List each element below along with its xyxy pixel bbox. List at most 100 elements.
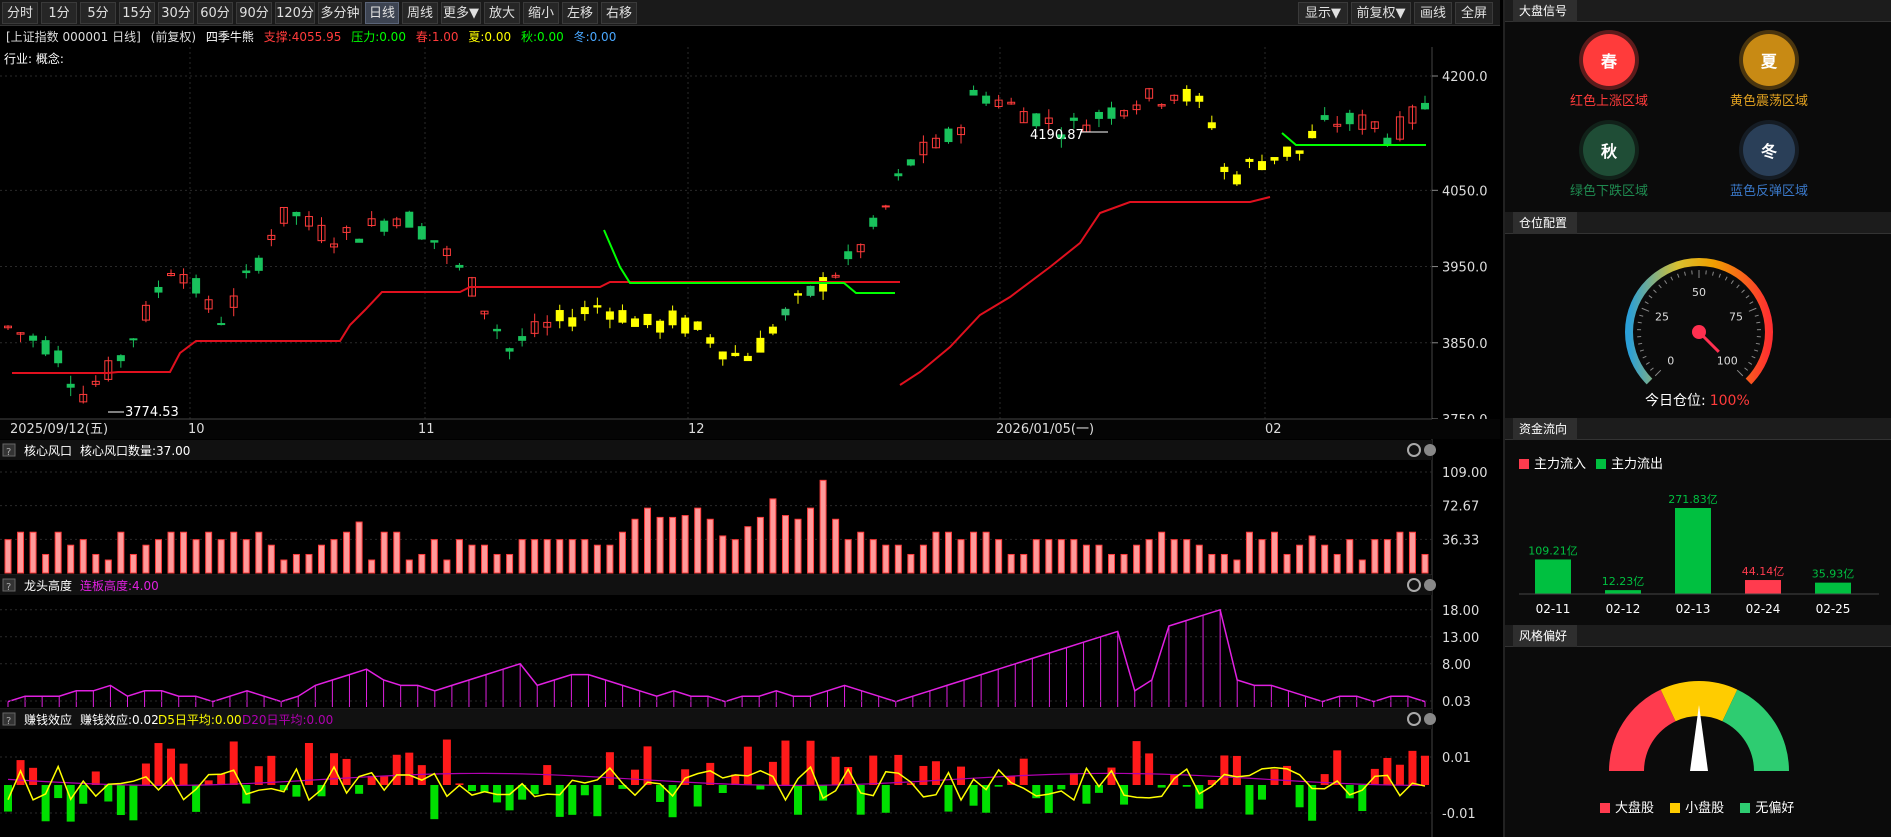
period-button-12[interactable]: 放大: [484, 2, 520, 24]
p1-bar: [656, 516, 664, 574]
p1-bar: [694, 507, 702, 574]
flow-value-label: 44.14亿: [1742, 565, 1785, 578]
p3-bar: [91, 771, 100, 785]
toolbar-right-button-1[interactable]: 前复权▼: [1351, 2, 1411, 24]
gauge-tick: [1756, 321, 1761, 324]
p1-bar: [869, 539, 877, 574]
p3-bar: [1019, 758, 1028, 785]
period-button-0[interactable]: 分时: [2, 2, 38, 24]
period-button-11[interactable]: 更多▼: [441, 2, 481, 24]
main-y-label: 3950.0: [1442, 261, 1488, 276]
p1-bar: [92, 553, 100, 574]
gauge-tick: [1650, 367, 1654, 371]
p3-bar: [41, 785, 50, 822]
p3-bar: [1295, 785, 1304, 808]
p1-bar: [4, 539, 12, 574]
period-button-5[interactable]: 60分: [197, 2, 233, 24]
gauge-tick: [1744, 367, 1748, 371]
p1-bar: [531, 539, 539, 574]
period-button-1[interactable]: 1分: [41, 2, 77, 24]
period-button-13[interactable]: 缩小: [523, 2, 559, 24]
p1-bar: [1045, 539, 1053, 574]
p1-bar: [970, 531, 978, 574]
help-icon-glyph: ?: [6, 582, 11, 593]
autumn-value: 秋:0.00: [520, 30, 564, 44]
close-icon[interactable]: [1424, 713, 1436, 725]
gauge-tick: [1745, 295, 1750, 299]
signal-icon: 冬: [1743, 124, 1795, 176]
p3-bar: [1270, 769, 1279, 785]
p1-bar: [756, 516, 764, 574]
candle-body: [1195, 95, 1204, 102]
candle-body: [1182, 88, 1191, 102]
panel3-d5: D5日平均:0.00: [158, 713, 242, 727]
p3-bar: [254, 766, 263, 785]
p1-bar: [1283, 553, 1291, 574]
gauge-tick: [1645, 361, 1650, 365]
candle-body: [1283, 146, 1292, 157]
p3-bar: [54, 785, 63, 799]
signal-icon: 春: [1583, 34, 1635, 86]
candle-body: [718, 351, 727, 360]
p1-bar: [355, 521, 363, 574]
p1-bar: [418, 553, 426, 574]
p1-bar: [1346, 539, 1354, 574]
p3-bar: [116, 785, 125, 816]
candle-body: [894, 173, 903, 177]
gauge-label: 75: [1729, 311, 1743, 324]
winter-value: 冬:0.00: [573, 30, 617, 44]
period-button-14[interactable]: 左移: [562, 2, 598, 24]
p1-bar: [781, 515, 789, 574]
p1-bar: [1383, 539, 1391, 574]
gauge-tick: [1736, 369, 1744, 377]
period-button-7[interactable]: 120分: [275, 2, 315, 24]
period-button-6[interactable]: 90分: [236, 2, 272, 24]
gauge-tick: [1748, 307, 1757, 312]
kline-chart-area[interactable]: 行业: 概念:4200.04050.03950.03850.03750.0202…: [0, 47, 1500, 837]
toolbar-right-button-2[interactable]: 画线: [1414, 2, 1452, 24]
help-icon-glyph: ?: [6, 447, 11, 458]
p3-bar: [743, 746, 752, 785]
support-value: 支撑:4055.95: [263, 30, 342, 44]
period-button-8[interactable]: 多分钟: [318, 2, 362, 24]
candle-body: [869, 217, 878, 227]
p1-bar: [117, 531, 125, 574]
p3-bar: [217, 773, 226, 785]
panel1-subtitle: 核心风口数量:37.00: [80, 443, 190, 458]
period-button-2[interactable]: 5分: [80, 2, 116, 24]
p3-bar: [1182, 785, 1191, 787]
pressure-value: 压力:0.00: [351, 30, 406, 44]
p1-bar: [844, 539, 852, 574]
p3-y-label: 0.03: [1442, 695, 1471, 710]
p1-bar: [317, 544, 325, 574]
period-button-15[interactable]: 右移: [601, 2, 637, 24]
p1-bar: [518, 539, 526, 574]
toolbar-right-button-0[interactable]: 显示▼: [1298, 2, 1348, 24]
gauge-tick: [1754, 349, 1759, 352]
summer-value: 夏:0.00: [468, 30, 512, 44]
p1-bar: [1258, 539, 1266, 574]
close-icon[interactable]: [1424, 444, 1436, 456]
panel1-title: 核心风口: [24, 444, 72, 458]
p1-bar: [468, 544, 476, 574]
p3-bar: [781, 740, 790, 785]
p3-bar: [593, 785, 602, 817]
candle-body: [906, 159, 915, 166]
p1-bar: [1082, 544, 1090, 574]
p3-bar: [1220, 755, 1229, 785]
period-button-9[interactable]: 日线: [365, 2, 399, 24]
period-button-3[interactable]: 15分: [119, 2, 155, 24]
p3-bar: [392, 754, 401, 785]
p3-bar: [1333, 750, 1342, 785]
gauge-tick: [1724, 276, 1728, 281]
p1-bar: [142, 544, 150, 574]
p1-bar: [242, 539, 250, 574]
period-button-4[interactable]: 30分: [158, 2, 194, 24]
date-label: 11: [418, 422, 435, 437]
close-icon[interactable]: [1424, 579, 1436, 591]
gauge-tick: [1755, 342, 1760, 345]
gauge-tick: [1712, 271, 1714, 276]
period-button-10[interactable]: 周线: [402, 2, 438, 24]
toolbar-right-button-3[interactable]: 全屏: [1455, 2, 1493, 24]
p1-bar: [104, 559, 112, 574]
